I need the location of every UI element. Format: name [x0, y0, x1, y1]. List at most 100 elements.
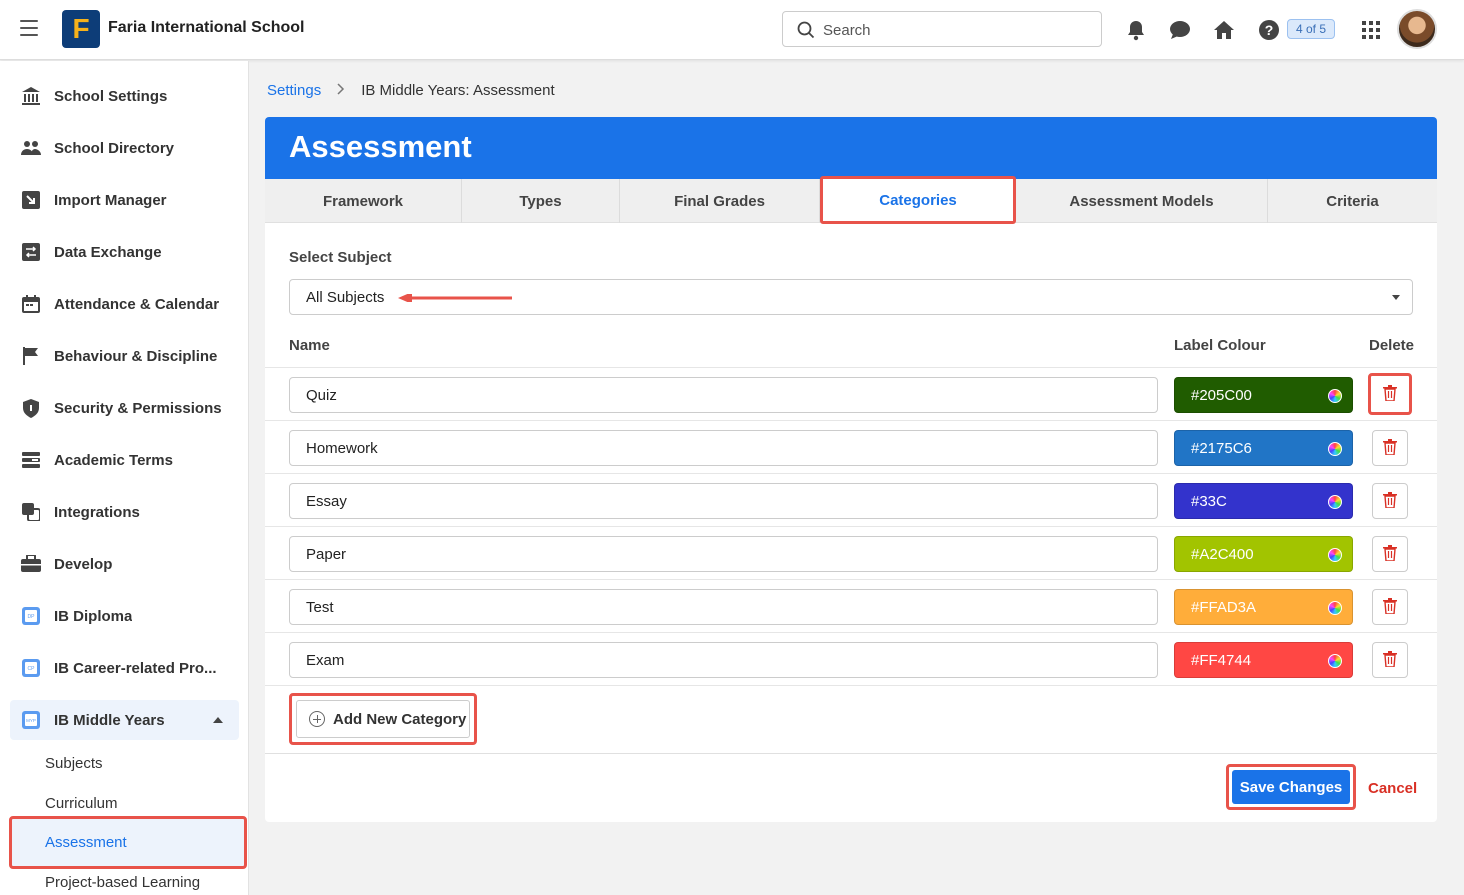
logo-letter: F — [72, 13, 90, 44]
tab-types[interactable]: Types — [462, 179, 620, 223]
briefcase-icon — [20, 553, 42, 575]
sidebar-item-school-settings[interactable]: School Settings — [10, 76, 239, 116]
svg-text:MYP: MYP — [26, 718, 36, 723]
add-new-category-label: Add New Category — [333, 710, 467, 728]
label-colour-picker[interactable]: #205C00 — [1174, 377, 1353, 413]
svg-text:DP: DP — [28, 614, 36, 620]
plus-circle-icon — [309, 711, 325, 727]
school-name[interactable]: Faria International School — [108, 19, 304, 37]
divider — [265, 685, 1437, 686]
search-input[interactable] — [823, 18, 1083, 42]
integrations-icon — [20, 501, 42, 523]
label-colour-picker[interactable]: #FF4744 — [1174, 642, 1353, 678]
category-row: #205C00 — [265, 367, 1437, 420]
sidebar-item-label: Integrations — [54, 503, 140, 521]
sidebar-item-label: Behaviour & Discipline — [54, 347, 218, 365]
colour-wheel-icon[interactable] — [1328, 442, 1342, 456]
school-logo[interactable]: F — [62, 10, 100, 48]
sidebar: School Settings School Directory Import … — [0, 61, 249, 895]
sidebar-item-label: IB Career-related Pro... — [54, 659, 217, 677]
category-name-input[interactable] — [289, 589, 1158, 625]
colour-hex: #A2C400 — [1191, 546, 1254, 563]
hamburger-menu-icon[interactable] — [20, 20, 38, 36]
delete-category-button[interactable] — [1372, 430, 1408, 466]
sidebar-item-academic-terms[interactable]: Academic Terms — [10, 440, 239, 480]
tab-categories[interactable]: Categories — [820, 176, 1016, 224]
ib-myp-icon: MYP — [20, 709, 42, 731]
category-name-input[interactable] — [289, 536, 1158, 572]
sidebar-item-behaviour-discipline[interactable]: Behaviour & Discipline — [10, 336, 239, 376]
category-name-input[interactable] — [289, 483, 1158, 519]
sidebar-subitem-curriculum[interactable]: Curriculum — [45, 795, 118, 812]
caret-down-icon — [1392, 295, 1400, 300]
save-changes-label: Save Changes — [1232, 770, 1350, 804]
breadcrumb-settings-link[interactable]: Settings — [267, 82, 321, 99]
label-colour-picker[interactable]: #2175C6 — [1174, 430, 1353, 466]
sidebar-item-school-directory[interactable]: School Directory — [10, 128, 239, 168]
sidebar-item-develop[interactable]: Develop — [10, 544, 239, 584]
ib-dp-icon: DP — [20, 605, 42, 627]
sidebar-item-ib-middle-years[interactable]: MYP IB Middle Years — [10, 700, 239, 740]
sidebar-item-attendance-calendar[interactable]: Attendance & Calendar — [10, 284, 239, 324]
tab-criteria[interactable]: Criteria — [1268, 179, 1437, 223]
sidebar-item-ib-diploma[interactable]: DP IB Diploma — [10, 596, 239, 636]
user-avatar[interactable] — [1397, 9, 1437, 49]
colour-wheel-icon[interactable] — [1328, 495, 1342, 509]
column-header-name: Name — [289, 337, 330, 354]
category-row: #FF4744 — [265, 632, 1437, 685]
page-title: Assessment — [289, 129, 472, 164]
panel-header: Assessment — [265, 117, 1437, 179]
bank-icon — [20, 85, 42, 107]
sidebar-item-import-manager[interactable]: Import Manager — [10, 180, 239, 220]
chat-icon[interactable] — [1168, 18, 1192, 42]
sidebar-item-label: Attendance & Calendar — [54, 295, 220, 313]
category-row: #2175C6 — [265, 420, 1437, 473]
cancel-button[interactable]: Cancel — [1368, 780, 1417, 797]
sidebar-subitem-subjects[interactable]: Subjects — [45, 755, 103, 772]
add-new-category-button-inner: Add New Category — [296, 700, 470, 738]
help-icon[interactable]: ? — [1257, 18, 1281, 42]
sidebar-subitem-project-based-learning[interactable]: Project-based Learning — [45, 874, 200, 891]
trash-icon — [1383, 438, 1397, 458]
colour-wheel-icon[interactable] — [1328, 601, 1342, 615]
chevron-up-icon[interactable] — [213, 717, 223, 723]
tab-final-grades[interactable]: Final Grades — [620, 179, 820, 223]
sidebar-item-integrations[interactable]: Integrations — [10, 492, 239, 532]
sidebar-subitem-assessment[interactable]: Assessment — [45, 834, 127, 851]
svg-text:?: ? — [1265, 22, 1274, 38]
label-colour-picker[interactable]: #A2C400 — [1174, 536, 1353, 572]
category-name-input[interactable] — [289, 642, 1158, 678]
delete-category-button[interactable] — [1372, 589, 1408, 625]
sidebar-item-ib-career-related[interactable]: CP IB Career-related Pro... — [10, 648, 239, 688]
top-bar: F Faria International School ? 4 of 5 — [0, 0, 1464, 60]
people-icon — [20, 137, 42, 159]
label-colour-picker[interactable]: #33C — [1174, 483, 1353, 519]
category-name-input[interactable] — [289, 377, 1158, 413]
sidebar-item-security-permissions[interactable]: Security & Permissions — [10, 388, 239, 428]
delete-category-button[interactable] — [1368, 373, 1412, 415]
colour-wheel-icon[interactable] — [1328, 654, 1342, 668]
category-name-input[interactable] — [289, 430, 1158, 466]
search-box[interactable] — [782, 11, 1102, 47]
sidebar-item-data-exchange[interactable]: Data Exchange — [10, 232, 239, 272]
home-icon[interactable] — [1212, 18, 1236, 42]
save-changes-button[interactable]: Save Changes — [1226, 764, 1356, 810]
calendar-icon — [20, 293, 42, 315]
colour-wheel-icon[interactable] — [1328, 389, 1342, 403]
subject-select-value: All Subjects — [306, 289, 385, 306]
colour-wheel-icon[interactable] — [1328, 548, 1342, 562]
tab-assessment-models[interactable]: Assessment Models — [1016, 179, 1268, 223]
add-new-category-button[interactable]: Add New Category — [289, 693, 477, 745]
import-icon — [20, 189, 42, 211]
label-colour-picker[interactable]: #FFAD3A — [1174, 589, 1353, 625]
flag-icon — [20, 345, 42, 367]
apps-grid-icon[interactable] — [1359, 18, 1383, 42]
delete-category-button[interactable] — [1372, 536, 1408, 572]
colour-hex: #FFAD3A — [1191, 599, 1257, 616]
bell-icon[interactable] — [1124, 18, 1148, 42]
delete-category-button[interactable] — [1372, 642, 1408, 678]
delete-category-button[interactable] — [1372, 483, 1408, 519]
tab-framework[interactable]: Framework — [265, 179, 462, 223]
select-subject-label: Select Subject — [289, 249, 392, 266]
sidebar-item-label: Academic Terms — [54, 451, 173, 469]
